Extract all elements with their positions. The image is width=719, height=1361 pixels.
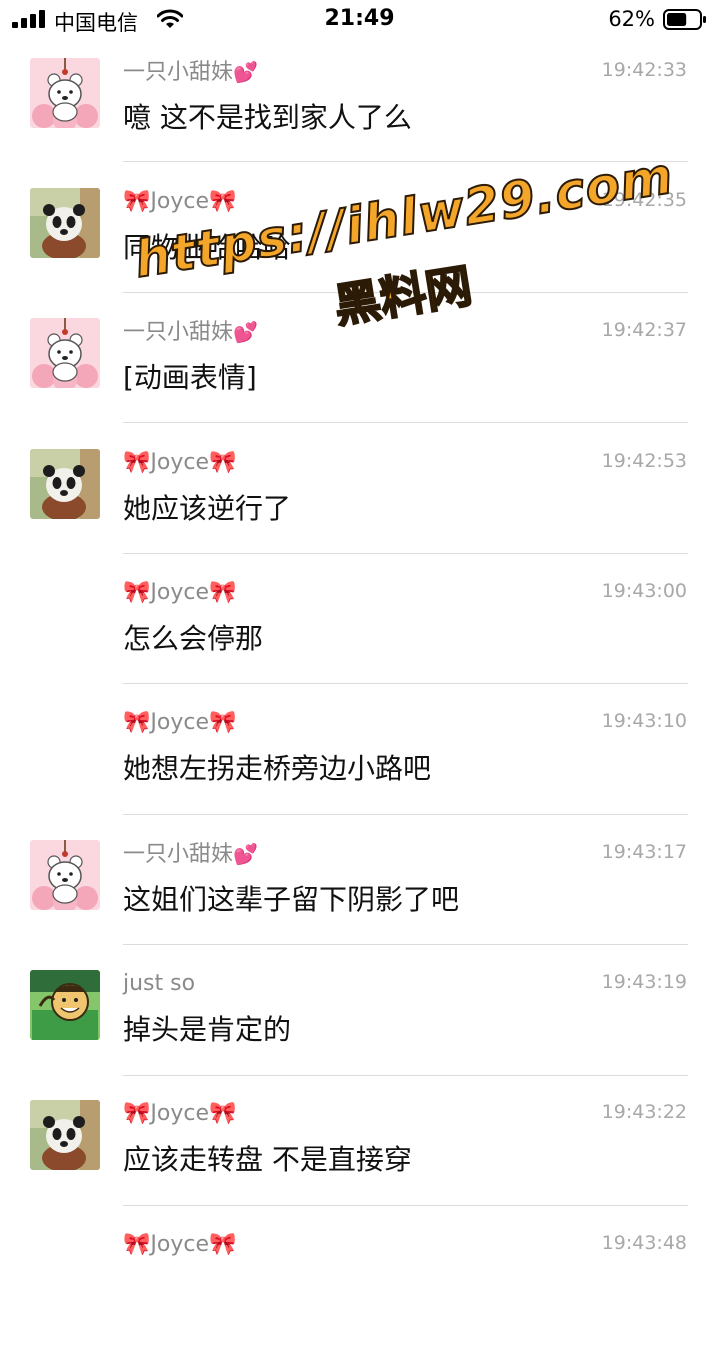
chat-message[interactable]: 🎀Joyce🎀 19:43:48	[0, 1231, 719, 1361]
message-timestamp: 19:42:53	[601, 450, 687, 472]
message-divider	[123, 1075, 688, 1076]
sender-name[interactable]: just so	[123, 970, 195, 998]
bow-emoji: 🎀	[123, 1232, 151, 1257]
sender-label: Joyce	[150, 450, 210, 475]
bear-avatar[interactable]	[30, 840, 100, 910]
chat-message[interactable]: just so 19:43:19 掉头是肯定的	[0, 970, 719, 1100]
chat-message[interactable]: 🎀Joyce🎀 19:43:22 应该走转盘 不是直接穿	[0, 1100, 719, 1230]
chat-message[interactable]: 🎀Joyce🎀 19:43:10 她想左拐走桥旁边小路吧	[0, 709, 719, 839]
message-text[interactable]: 这姐们这辈子留下阴影了吧	[123, 882, 459, 918]
message-timestamp: 19:43:10	[601, 710, 687, 732]
message-timestamp: 19:43:00	[601, 580, 687, 602]
message-text[interactable]: 噫 这不是找到家人了么	[123, 100, 412, 136]
bow-emoji: 🎀	[209, 710, 237, 735]
cartoon-avatar[interactable]	[30, 970, 100, 1040]
sender-label: just so	[123, 971, 196, 996]
message-divider	[123, 683, 688, 684]
sender-name[interactable]: 一只小甜妹💕	[123, 58, 258, 87]
bow-emoji: 🎀	[209, 189, 237, 214]
bear-avatar[interactable]	[30, 58, 100, 128]
message-divider	[123, 944, 688, 945]
bow-emoji: 🎀	[123, 580, 151, 605]
sender-name[interactable]: 🎀Joyce🎀	[123, 1100, 236, 1128]
message-text[interactable]: 应该走转盘 不是直接穿	[123, 1142, 412, 1178]
sender-label: Joyce	[150, 1101, 210, 1126]
panda-avatar[interactable]	[30, 1100, 100, 1170]
message-text[interactable]: 她想左拐走桥旁边小路吧	[123, 751, 431, 787]
bow-emoji: 🎀	[123, 450, 151, 475]
bow-emoji: 🎀	[123, 189, 151, 214]
message-timestamp: 19:43:22	[601, 1101, 687, 1123]
message-divider	[123, 814, 688, 815]
chat-message[interactable]: 🎀Joyce🎀 19:43:00 怎么会停那	[0, 579, 719, 709]
sender-label: Joyce	[150, 580, 210, 605]
panda-avatar[interactable]	[30, 449, 100, 519]
message-timestamp: 19:43:17	[601, 841, 687, 863]
bow-emoji: 🎀	[123, 710, 151, 735]
bow-emoji: 🎀	[209, 1101, 237, 1126]
message-text[interactable]: 掉头是肯定的	[123, 1012, 291, 1048]
sender-label: Joyce	[150, 710, 210, 735]
message-timestamp: 19:43:19	[601, 971, 687, 993]
message-text[interactable]: 她应该逆行了	[123, 491, 291, 527]
sender-name[interactable]: 🎀Joyce🎀	[123, 1231, 236, 1259]
status-bar: 中国电信 21:49 62%	[0, 0, 719, 40]
sender-name[interactable]: 🎀Joyce🎀	[123, 188, 236, 216]
sender-name[interactable]: 一只小甜妹💕	[123, 840, 258, 869]
sender-name[interactable]: 🎀Joyce🎀	[123, 579, 236, 607]
message-timestamp: 19:43:48	[601, 1232, 687, 1254]
sender-name[interactable]: 🎀Joyce🎀	[123, 449, 236, 477]
bow-emoji: 🎀	[123, 1101, 151, 1126]
chat-message[interactable]: 一只小甜妹💕 19:43:17 这姐们这辈子留下阴影了吧	[0, 840, 719, 970]
sender-label: Joyce	[150, 189, 210, 214]
sender-label: 一只小甜妹	[123, 60, 234, 85]
bow-emoji: 🎀	[209, 450, 237, 475]
sender-label: Joyce	[150, 1232, 210, 1257]
sender-name[interactable]: 🎀Joyce🎀	[123, 709, 236, 737]
message-timestamp: 19:42:37	[601, 319, 687, 341]
sender-label: 一只小甜妹	[123, 842, 234, 867]
watermark-name: 黑料网	[330, 257, 477, 334]
bow-emoji: 🎀	[209, 580, 237, 605]
message-divider	[123, 1205, 688, 1206]
panda-avatar[interactable]	[30, 188, 100, 258]
heart-emoji: 💕	[233, 842, 258, 866]
battery-icon	[663, 9, 707, 30]
bow-emoji: 🎀	[209, 1232, 237, 1257]
chat-message[interactable]: 🎀Joyce🎀 19:42:53 她应该逆行了	[0, 449, 719, 579]
bear-avatar[interactable]	[30, 318, 100, 388]
message-divider	[123, 422, 688, 423]
battery-percentage: 62%	[608, 7, 655, 31]
message-divider	[123, 553, 688, 554]
heart-emoji: 💕	[233, 60, 258, 84]
message-timestamp: 19:42:33	[601, 59, 687, 81]
message-text[interactable]: 怎么会停那	[123, 621, 263, 657]
